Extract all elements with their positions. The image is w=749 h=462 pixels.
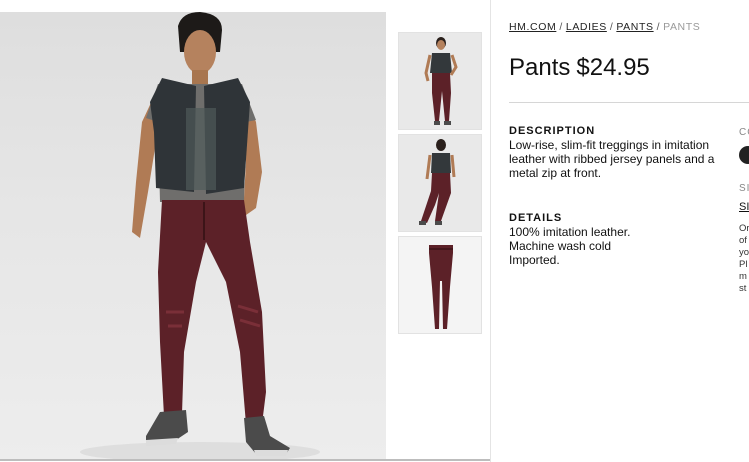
side-note-line: yo — [739, 247, 749, 258]
description-heading: DESCRIPTION — [509, 125, 596, 137]
breadcrumb-ladies[interactable]: LADIES — [566, 21, 607, 33]
pants-flat-thumb — [429, 245, 453, 329]
size-label: SI — [739, 183, 749, 194]
details-heading: DETAILS — [509, 212, 563, 224]
product-price: $24.95 — [576, 54, 650, 81]
model-front-thumb — [424, 37, 458, 125]
main-product-image[interactable] — [0, 12, 386, 460]
color-label: CO — [739, 127, 749, 138]
panel-divider — [490, 0, 491, 462]
model-back-thumb — [419, 139, 456, 225]
thumbnail-back[interactable] — [398, 134, 482, 232]
breadcrumb-separator: / — [609, 21, 614, 33]
top-strip — [0, 0, 749, 12]
product-title: Pants $24.95 — [509, 54, 650, 82]
color-swatch[interactable] — [739, 146, 749, 164]
side-note: Or of yo Pl m st — [739, 223, 749, 295]
image-bottom-border — [0, 459, 490, 461]
title-divider — [509, 102, 749, 103]
breadcrumb-separator: / — [656, 21, 661, 33]
breadcrumb-separator: / — [559, 21, 563, 33]
side-note-line: Or — [739, 223, 749, 234]
details-item: 100% imitation leather. — [509, 225, 631, 239]
breadcrumb-current: PANTS — [663, 21, 701, 33]
details-list: 100% imitation leather. Machine wash col… — [509, 225, 729, 267]
description-text: Low-rise, slim-fit treggings in imitatio… — [509, 138, 715, 180]
details-item: Imported. — [509, 253, 560, 267]
breadcrumb-pants[interactable]: PANTS — [616, 21, 653, 33]
model-front-photo — [80, 12, 320, 460]
product-name: Pants — [509, 54, 571, 81]
details-item: Machine wash cold — [509, 239, 612, 253]
breadcrumb: HM.COM / LADIES / PANTS / PANTS — [509, 21, 700, 33]
side-note-line: Pl — [739, 259, 748, 270]
thumbnail-front[interactable] — [398, 32, 482, 130]
size-guide-link[interactable]: SI — [739, 201, 749, 213]
side-note-line: st — [739, 283, 747, 294]
thumbnail-flat[interactable] — [398, 236, 482, 334]
side-note-line: m — [739, 271, 747, 282]
breadcrumb-hm[interactable]: HM.COM — [509, 21, 556, 33]
side-note-line: of — [739, 235, 747, 246]
